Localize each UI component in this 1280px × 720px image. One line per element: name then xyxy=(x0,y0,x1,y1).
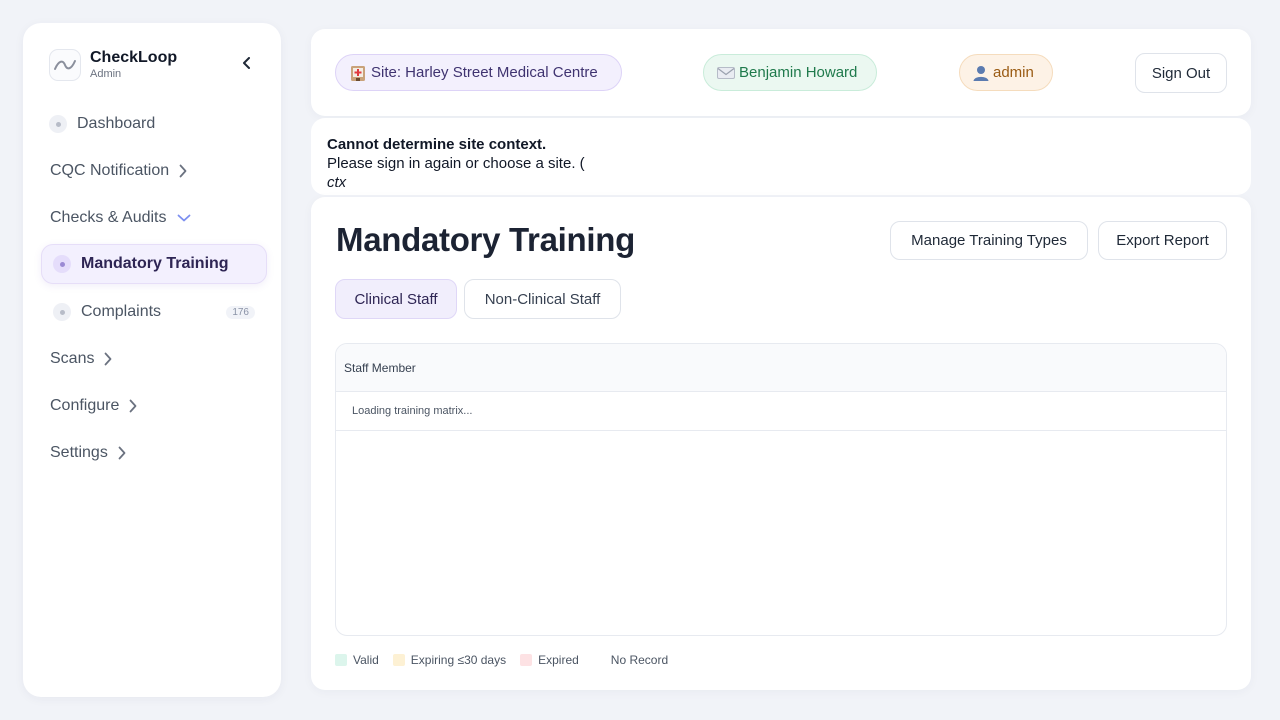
brand-role: Admin xyxy=(90,68,122,80)
chevron-right-icon xyxy=(179,164,187,178)
legend-label: Expiring ≤30 days xyxy=(410,653,507,667)
sidebar-item-label: Settings xyxy=(50,444,108,461)
training-icon xyxy=(53,255,71,273)
brand[interactable]: CheckLoop Admin xyxy=(49,49,177,81)
role-pill: admin xyxy=(959,54,1053,91)
legend-item-no-record: No Record xyxy=(592,653,669,667)
sidebar-item-label: Complaints xyxy=(81,303,162,320)
user-pill[interactable]: Benjamin Howard xyxy=(703,54,877,91)
column-header-staff-member: Staff Member xyxy=(336,344,1226,392)
sidebar-item-configure[interactable]: Configure xyxy=(41,386,267,426)
sidebar-item-label: Scans xyxy=(50,350,95,367)
collapse-sidebar-button[interactable] xyxy=(239,55,255,71)
sidebar-item-mandatory-training[interactable]: Mandatory Training xyxy=(41,244,267,284)
sidebar-item-complaints[interactable]: Complaints 176 xyxy=(41,292,267,332)
chevron-right-icon xyxy=(104,352,112,366)
legend-label: No Record xyxy=(610,653,669,667)
legend-swatch xyxy=(335,654,347,666)
chevron-right-icon xyxy=(129,399,137,413)
sidebar-item-label: Configure xyxy=(50,397,120,414)
loading-message: Loading training matrix... xyxy=(336,392,1226,431)
legend-swatch xyxy=(392,654,405,666)
site-label: Site: Harley Street Medical Centre xyxy=(371,64,598,81)
legend-swatch xyxy=(592,654,605,666)
user-icon xyxy=(972,64,990,82)
envelope-icon xyxy=(716,65,736,81)
legend-item-expiring: Expiring ≤30 days xyxy=(392,653,507,667)
legend-item-expired: Expired xyxy=(520,653,579,667)
legend-swatch xyxy=(520,654,533,666)
sidebar-item-label: Checks & Audits xyxy=(50,209,167,226)
main-panel: Mandatory Training Manage Training Types… xyxy=(311,197,1251,690)
dashboard-icon xyxy=(49,115,67,133)
brand-name: CheckLoop xyxy=(90,49,178,66)
sidebar-item-label: Mandatory Training xyxy=(81,255,229,272)
sidebar-item-checks-audits[interactable]: Checks & Audits xyxy=(41,198,267,238)
chevron-left-icon xyxy=(243,57,250,69)
sidebar-item-label: Dashboard xyxy=(77,115,156,132)
export-report-button[interactable]: Export Report xyxy=(1098,221,1227,260)
chevron-down-icon xyxy=(177,213,191,223)
error-title: Cannot determine site context. xyxy=(327,136,547,153)
chevron-right-icon xyxy=(118,446,126,460)
sign-out-button[interactable]: Sign Out xyxy=(1135,53,1227,93)
hospital-icon xyxy=(348,63,368,83)
site-pill[interactable]: Site: Harley Street Medical Centre xyxy=(335,54,622,91)
legend: Valid Expiring ≤30 days Expired No Recor… xyxy=(335,653,682,667)
legend-label: Valid xyxy=(353,653,379,667)
legend-item-valid: Valid xyxy=(335,653,379,667)
legend-label: Expired xyxy=(538,653,579,667)
error-context: ctx xyxy=(327,174,347,191)
site-context-error: Cannot determine site context. Please si… xyxy=(311,118,1251,195)
sidebar-item-cqc-notification[interactable]: CQC Notification xyxy=(41,151,267,191)
complaints-icon xyxy=(53,303,71,321)
role-label: admin xyxy=(993,64,1034,81)
sidebar: CheckLoop Admin Dashboard CQC Notificati… xyxy=(23,23,281,697)
tab-clinical-staff[interactable]: Clinical Staff xyxy=(335,279,457,319)
tab-non-clinical-staff[interactable]: Non-Clinical Staff xyxy=(464,279,621,319)
manage-training-types-button[interactable]: Manage Training Types xyxy=(890,221,1088,260)
error-message: Please sign in again or choose a site. ( xyxy=(327,155,585,172)
page-title: Mandatory Training xyxy=(336,221,635,258)
sidebar-item-scans[interactable]: Scans xyxy=(41,339,267,379)
user-name: Benjamin Howard xyxy=(739,64,858,81)
complaints-count-badge: 176 xyxy=(226,305,255,319)
sidebar-item-dashboard[interactable]: Dashboard xyxy=(41,104,267,144)
checkloop-logo-icon xyxy=(49,49,81,81)
sidebar-item-settings[interactable]: Settings xyxy=(41,433,267,473)
training-matrix-table: Staff Member Loading training matrix... xyxy=(335,343,1227,636)
top-bar: Site: Harley Street Medical Centre Benja… xyxy=(311,29,1251,116)
sidebar-item-label: CQC Notification xyxy=(50,162,170,179)
